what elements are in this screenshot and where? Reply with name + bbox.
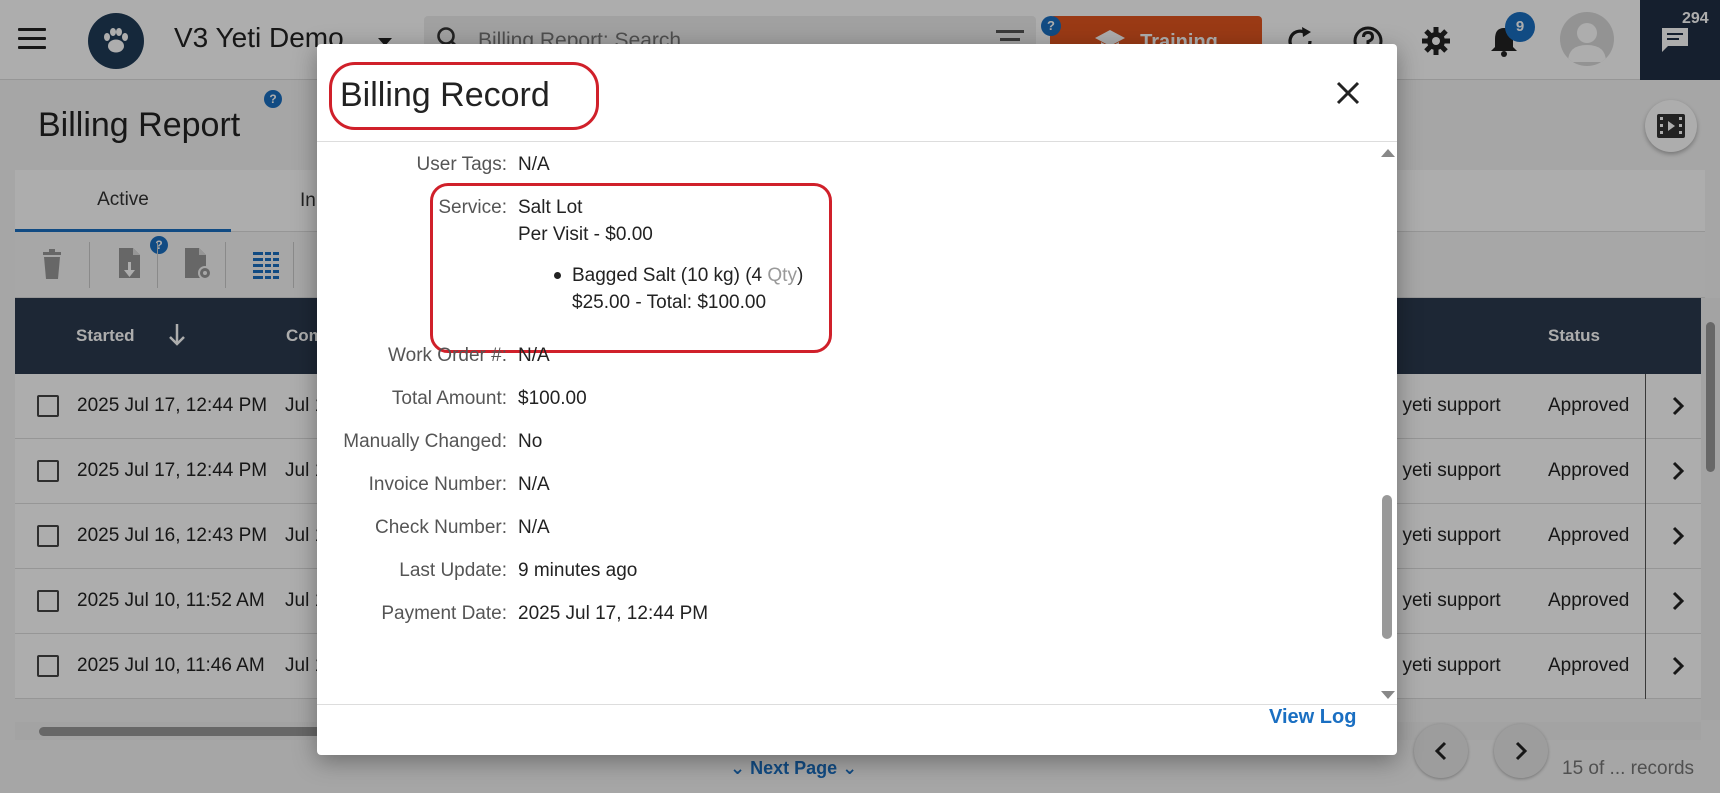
close-icon[interactable]	[1335, 80, 1361, 106]
app-page: V3 Yeti Demo Training ?	[0, 0, 1720, 793]
annotation-box	[430, 183, 832, 353]
field-label: Work Order #:	[388, 345, 507, 366]
dialog-header: Billing Record	[317, 44, 1397, 142]
scroll-up-arrow-icon[interactable]	[1381, 149, 1395, 157]
field-value: $100.00	[518, 388, 587, 409]
field-value: N/A	[518, 474, 550, 495]
field-label: Manually Changed:	[343, 431, 507, 452]
dialog-body: User Tags: N/A Service: Salt Lot Per Vis…	[317, 143, 1397, 705]
field-value: 2025 Jul 17, 12:44 PM	[518, 603, 709, 624]
field-value: N/A	[518, 345, 550, 366]
field-label: Total Amount:	[391, 388, 507, 409]
field-label: Payment Date:	[381, 603, 507, 624]
scroll-down-arrow-icon[interactable]	[1381, 691, 1395, 699]
dialog-scroll-thumb[interactable]	[1382, 495, 1392, 639]
billing-record-dialog: Billing Record User Tags: N/A Service: S…	[317, 44, 1397, 755]
field-label: Last Update:	[399, 560, 507, 581]
field-label: Check Number:	[375, 517, 507, 538]
dialog-scrollbar[interactable]	[1377, 143, 1397, 704]
field-value: 9 minutes ago	[518, 560, 638, 581]
dialog-title: Billing Record	[340, 76, 550, 114]
field-label: Invoice Number:	[368, 474, 507, 495]
field-label: User Tags:	[416, 154, 507, 175]
field-value: N/A	[518, 154, 550, 175]
dialog-footer: View Log	[317, 706, 1397, 755]
view-log-button[interactable]: View Log	[1269, 706, 1356, 729]
field-value: N/A	[518, 517, 550, 538]
field-value: No	[518, 431, 543, 452]
